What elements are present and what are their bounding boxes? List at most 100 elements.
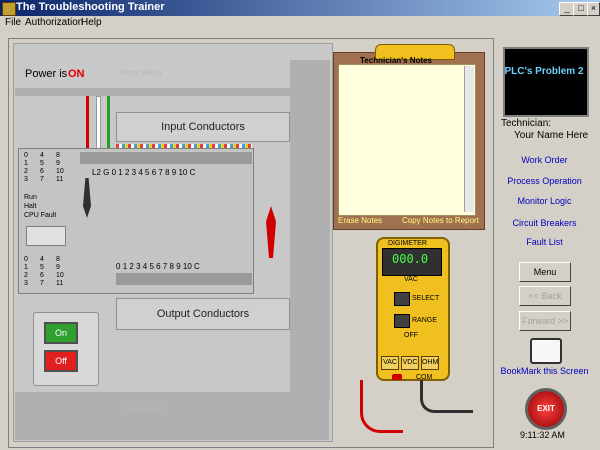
select-button[interactable]	[394, 292, 410, 306]
term-label: 0	[111, 168, 117, 177]
mode-vdc[interactable]: VDC	[401, 356, 419, 370]
book-icon[interactable]	[530, 338, 562, 364]
process-operation-link[interactable]: Process Operation	[497, 176, 592, 186]
term-label: C	[189, 168, 196, 177]
meter-brand: DIGIMETER	[388, 240, 427, 247]
copy-notes-link[interactable]: Copy Notes to Report	[402, 216, 479, 225]
menu-bar: File Authorization Help	[0, 16, 600, 30]
bottom-duct	[15, 392, 329, 440]
term-label: 3	[136, 262, 141, 271]
window-title: The Troubleshooting Trainer	[16, 1, 165, 13]
output-conductors-box[interactable]: Output Conductors	[116, 298, 290, 330]
technician-name: Your Name Here	[514, 130, 589, 141]
forward-button[interactable]: Forward >>	[519, 311, 571, 331]
wire-red	[86, 96, 89, 154]
on-button[interactable]: On	[44, 322, 78, 344]
wire-white	[96, 96, 101, 156]
led-label: 7	[40, 280, 44, 287]
menu-authorization[interactable]: Authorization	[22, 16, 86, 29]
term-label: 6	[151, 168, 157, 177]
off-button[interactable]: Off	[44, 350, 78, 372]
power-state: ON	[68, 68, 85, 80]
led-label: 4	[40, 256, 44, 263]
range-label: RANGE	[412, 317, 437, 324]
led-label: 8	[56, 256, 60, 263]
led-label: 5	[40, 264, 44, 271]
clock: 9:11:32 AM	[520, 430, 565, 440]
menu-help[interactable]: Help	[78, 16, 105, 29]
status-led-panel: Run Halt CPU Fault	[24, 193, 56, 220]
term-label: G	[103, 168, 110, 177]
term-label: 8	[165, 168, 170, 177]
term-label: 9	[176, 262, 181, 271]
term-label: 9	[171, 168, 177, 177]
menu-button[interactable]: Menu	[519, 262, 571, 282]
led-label: 2	[24, 168, 28, 175]
plastic-wiring-label-bottom: Plastic Wiring	[124, 406, 167, 413]
term-label: 10	[182, 262, 192, 271]
term-label: 4	[138, 168, 143, 177]
notes-scrollbar[interactable]	[464, 66, 474, 212]
top-duct	[15, 88, 329, 96]
status-halt: Halt	[24, 203, 37, 210]
led-label: 3	[24, 280, 28, 287]
led-label: 11	[56, 280, 64, 287]
led-label: 6	[40, 168, 44, 175]
output-led-panel: 0 4 8 1 5 9 2 6 10 3 7 11	[24, 256, 72, 287]
term-label: 5	[145, 168, 150, 177]
bookmark-link[interactable]: BookMark this Screen	[497, 366, 592, 376]
circuit-breakers-link[interactable]: Circuit Breakers	[497, 218, 592, 228]
led-label: 9	[56, 264, 60, 271]
off-label: OFF	[404, 332, 418, 339]
work-order-link[interactable]: Work Order	[497, 155, 592, 165]
erase-notes-link[interactable]: Erase Notes	[338, 216, 382, 225]
title-bar: The Troubleshooting Trainer _ □ ×	[0, 0, 600, 16]
led-label: 0	[24, 152, 28, 159]
close-button[interactable]: ×	[587, 2, 600, 16]
menu-file[interactable]: File	[2, 16, 24, 29]
led-label: 2	[24, 272, 28, 279]
fault-list-link[interactable]: Fault List	[497, 237, 592, 247]
led-label: 1	[24, 160, 28, 167]
monitor-logic-link[interactable]: Monitor Logic	[497, 196, 592, 206]
input-led-panel: 0 4 8 1 5 9 2 6 10 3 7 11	[24, 152, 72, 183]
led-label: 11	[56, 176, 64, 183]
select-label: SELECT	[412, 295, 440, 302]
term-label: C	[194, 262, 200, 271]
red-lead	[360, 380, 403, 433]
term-label: 0	[116, 262, 121, 271]
term-label: 5	[149, 262, 154, 271]
back-button[interactable]: << Back	[519, 286, 571, 306]
led-label: 4	[40, 152, 44, 159]
output-terminal-labels: 0 1 2 3 4 5 6 7 8 9 10 C	[116, 262, 200, 271]
led-label: 1	[24, 264, 28, 271]
status-cpu-fault: CPU Fault	[24, 212, 57, 219]
led-label: 3	[24, 176, 28, 183]
led-label: 6	[40, 272, 44, 279]
term-label: 3	[131, 168, 137, 177]
exit-button[interactable]: EXIT	[525, 388, 567, 430]
right-duct	[290, 60, 330, 400]
term-label: 4	[142, 262, 148, 271]
range-button[interactable]	[394, 314, 410, 328]
led-label: 0	[24, 256, 28, 263]
led-label: 10	[56, 168, 64, 175]
led-label: 10	[56, 272, 64, 279]
term-label: 10	[178, 168, 188, 177]
plastic-wiring-label: Plastic Wiring	[120, 70, 163, 77]
black-lead	[420, 380, 473, 413]
technician-label: Technician:	[501, 118, 552, 129]
mode-ohm[interactable]: OHM	[421, 356, 439, 370]
input-terminal-strip	[80, 152, 252, 164]
led-label: 9	[56, 160, 60, 167]
notes-textarea[interactable]	[338, 64, 476, 216]
mode-vac[interactable]: VAC	[381, 356, 399, 370]
led-label: 5	[40, 160, 44, 167]
term-label: 1	[122, 262, 128, 271]
term-label: 7	[162, 262, 168, 271]
input-conductors-box[interactable]: Input Conductors	[116, 112, 290, 142]
term-label: 2	[124, 168, 130, 177]
app-icon	[2, 2, 16, 16]
term-label: 1	[118, 168, 123, 177]
meter-unit: VAC	[404, 276, 418, 283]
